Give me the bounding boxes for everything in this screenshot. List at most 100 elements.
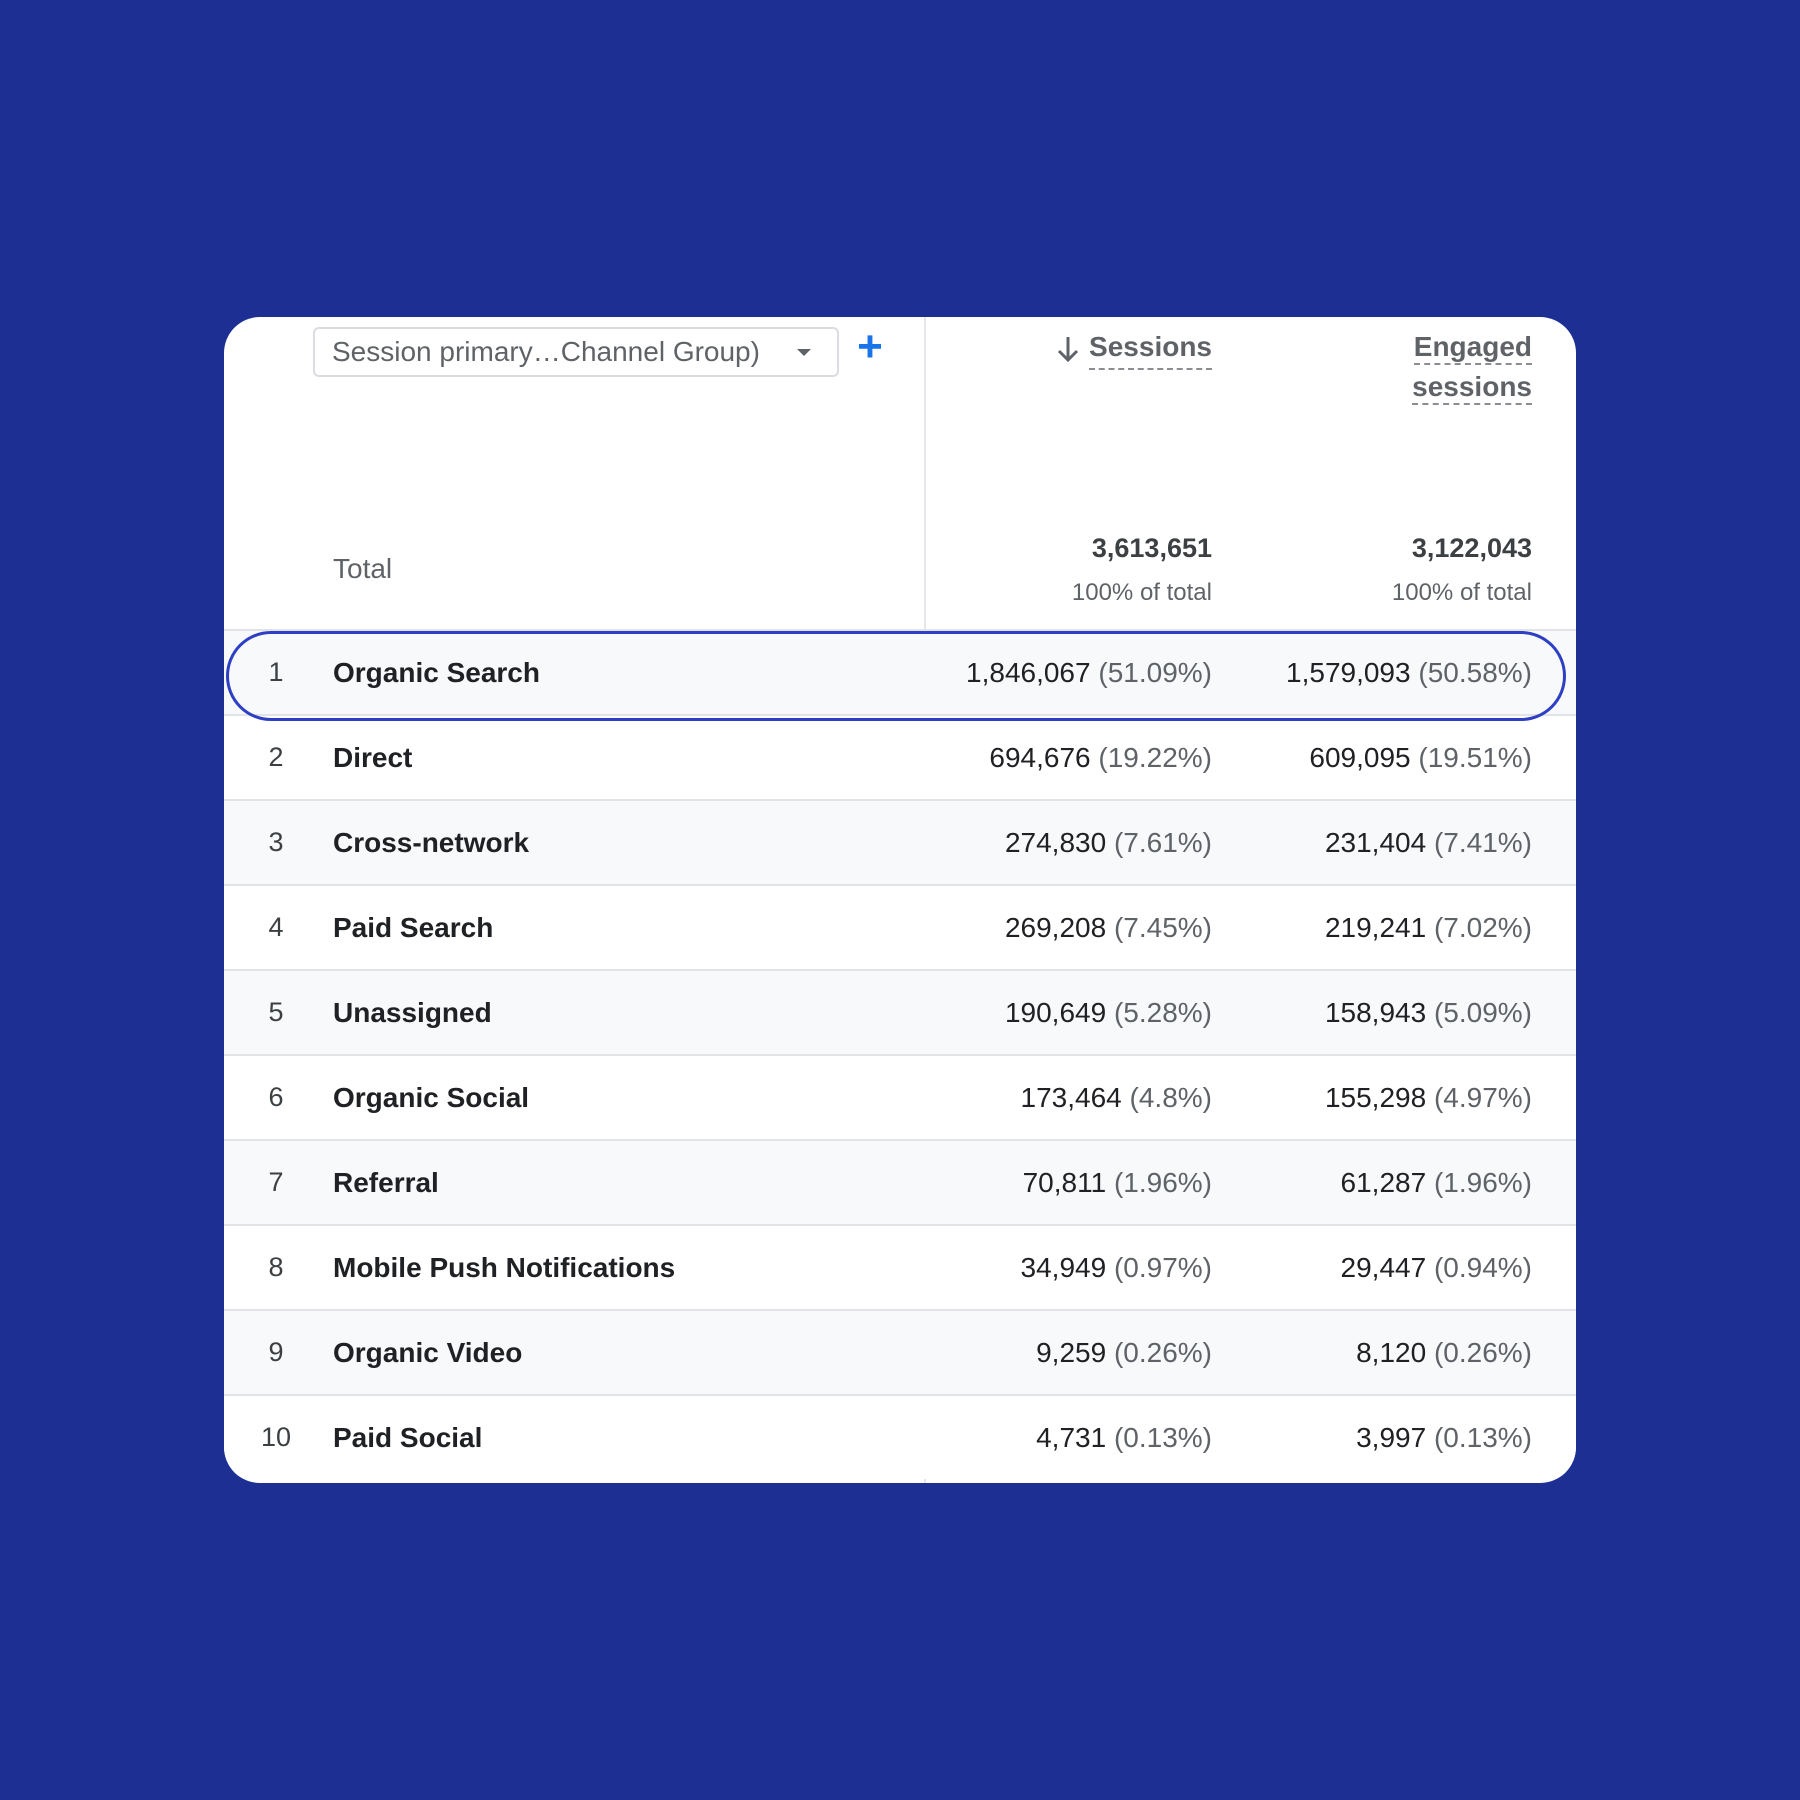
row-sessions-pct: (7.61%) (1113, 827, 1212, 858)
row-engaged-pct: (0.94%) (1433, 1252, 1532, 1283)
row-sessions-cell: 34,949 (0.97%) (1021, 1226, 1212, 1309)
row-engaged-cell: 8,120 (0.26%) (1356, 1311, 1532, 1394)
row-sessions-value: 173,464 (1020, 1082, 1122, 1113)
row-channel-name[interactable]: Direct (333, 716, 412, 799)
row-channel-name[interactable]: Organic Social (333, 1056, 529, 1139)
row-engaged-value: 29,447 (1340, 1252, 1427, 1283)
row-sessions-cell: 173,464 (4.8%) (1021, 1056, 1212, 1139)
engaged-sessions-column-header[interactable]: Engaged sessions (1332, 327, 1532, 407)
row-sessions-value: 9,259 (1036, 1337, 1107, 1368)
row-index: 8 (268, 1252, 284, 1282)
table-header: Session primary…Channel Group) + Session… (224, 317, 1576, 629)
row-engaged-cell: 29,447 (0.94%) (1341, 1226, 1532, 1309)
row-engaged-value: 219,241 (1324, 912, 1427, 943)
row-index: 6 (268, 1082, 284, 1112)
row-sessions-value: 269,208 (1004, 912, 1107, 943)
report-table-card: Session primary…Channel Group) + Session… (224, 317, 1576, 1483)
row-index: 3 (268, 827, 284, 857)
row-engaged-cell: 219,241 (7.02%) (1325, 886, 1532, 969)
row-sessions-cell: 9,259 (0.26%) (1036, 1311, 1212, 1394)
row-sessions-value: 34,949 (1020, 1252, 1107, 1283)
row-engaged-pct: (7.02%) (1433, 912, 1532, 943)
total-engaged-pct: 100% of total (1391, 579, 1532, 606)
total-sessions-pct: 100% of total (1071, 579, 1212, 606)
row-sessions-value: 274,830 (1004, 827, 1107, 858)
row-engaged-value: 158,943 (1324, 997, 1427, 1028)
dimension-select[interactable]: Session primary…Channel Group) (313, 327, 839, 377)
arrow-down-icon (1057, 336, 1079, 362)
row-sessions-cell: 694,676 (19.22%) (989, 716, 1212, 799)
table-row[interactable]: 8 Mobile Push Notifications 34,949 (0.97%)… (224, 1224, 1576, 1309)
engaged-header-line1: Engaged (1413, 331, 1532, 365)
row-sessions-cell: 70,811 (1.96%) (1023, 1141, 1212, 1224)
row-sessions-cell: 1,846,067 (51.09%) (966, 631, 1212, 714)
row-sessions-cell: 190,649 (5.28%) (1005, 971, 1212, 1054)
row-sessions-pct: (0.13%) (1113, 1422, 1212, 1453)
row-sessions-pct: (7.45%) (1113, 912, 1212, 943)
row-engaged-value: 231,404 (1324, 827, 1427, 858)
row-sessions-value: 1,846,067 (966, 657, 1091, 688)
row-sessions-pct: (0.97%) (1113, 1252, 1212, 1283)
row-engaged-cell: 158,943 (5.09%) (1325, 971, 1532, 1054)
row-sessions-pct: (0.26%) (1113, 1337, 1212, 1368)
row-engaged-cell: 3,997 (0.13%) (1356, 1396, 1532, 1479)
row-channel-name[interactable]: Organic Search (333, 631, 540, 714)
row-channel-name[interactable]: Cross-network (333, 801, 529, 884)
row-engaged-pct: (19.51%) (1418, 742, 1532, 773)
row-engaged-value: 61,287 (1340, 1167, 1427, 1198)
row-engaged-value: 609,095 (1309, 742, 1411, 773)
table-row[interactable]: 7 Referral 70,811 (1.96%) 61,287 (1.96%) (224, 1139, 1576, 1224)
row-engaged-pct: (5.09%) (1433, 997, 1532, 1028)
row-sessions-value: 694,676 (989, 742, 1091, 773)
table-row[interactable]: 9 Organic Video 9,259 (0.26%) 8,120 (0.26%) (224, 1309, 1576, 1394)
row-sessions-pct: (5.28%) (1113, 997, 1212, 1028)
row-sessions-cell: 269,208 (7.45%) (1005, 886, 1212, 969)
row-sessions-value: 70,811 (1022, 1167, 1107, 1198)
row-sessions-value: 4,731 (1036, 1422, 1107, 1453)
table-row[interactable]: 10 Paid Social 4,731 (0.13%) 3,997 (0.13%) (224, 1394, 1576, 1479)
row-engaged-cell: 609,095 (19.51%) (1309, 716, 1532, 799)
total-sessions: 3,613,651 (1091, 533, 1212, 563)
row-index: 4 (268, 912, 284, 942)
row-index: 2 (268, 742, 284, 772)
row-engaged-cell: 231,404 (7.41%) (1325, 801, 1532, 884)
row-channel-name[interactable]: Paid Search (333, 886, 493, 969)
row-channel-name[interactable]: Mobile Push Notifications (333, 1226, 675, 1309)
chevron-down-icon (797, 349, 811, 356)
row-engaged-value: 155,298 (1324, 1082, 1427, 1113)
row-sessions-pct: (51.09%) (1098, 657, 1212, 688)
row-sessions-cell: 274,830 (7.61%) (1005, 801, 1212, 884)
table-row[interactable]: 2 Direct 694,676 (19.22%) 609,095 (19.51%) (224, 714, 1576, 799)
row-sessions-pct: (19.22%) (1098, 742, 1212, 773)
row-engaged-pct: (50.58%) (1418, 657, 1532, 688)
dimension-select-value: Session primary…Channel Group) (332, 336, 760, 367)
row-channel-name[interactable]: Unassigned (333, 971, 492, 1054)
row-engaged-value: 1,579,093 (1286, 657, 1411, 688)
row-engaged-cell: 155,298 (4.97%) (1325, 1056, 1532, 1139)
table-row[interactable]: 1 Organic Search 1,846,067 (51.09%) 1,579,0… (224, 629, 1576, 714)
row-index: 5 (268, 997, 284, 1027)
row-sessions-value: 190,649 (1004, 997, 1107, 1028)
table-body: 1 Organic Search 1,846,067 (51.09%) 1,579,0… (224, 629, 1576, 1479)
sessions-header-label: Sessions (1089, 327, 1212, 370)
row-engaged-pct: (1.96%) (1433, 1167, 1532, 1198)
total-label: Total (333, 553, 393, 584)
sessions-column-header[interactable]: Sessions (1055, 327, 1212, 370)
row-index: 1 (268, 657, 284, 687)
plus-icon[interactable]: + (850, 323, 890, 371)
table-row[interactable]: 5 Unassigned 190,649 (5.28%) 158,943 (5.09%… (224, 969, 1576, 1054)
row-engaged-cell: 61,287 (1.96%) (1341, 1141, 1532, 1224)
row-index: 10 (260, 1422, 292, 1452)
row-index: 9 (268, 1337, 284, 1367)
row-engaged-pct: (7.41%) (1433, 827, 1532, 858)
table-row[interactable]: 6 Organic Social 173,464 (4.8%) 155,298 (4.… (224, 1054, 1576, 1139)
row-channel-name[interactable]: Organic Video (333, 1311, 522, 1394)
row-engaged-pct: (4.97%) (1433, 1082, 1532, 1113)
table-row[interactable]: 3 Cross-network 274,830 (7.61%) 231,404 (7.… (224, 799, 1576, 884)
row-engaged-value: 3,997 (1356, 1422, 1427, 1453)
row-channel-name[interactable]: Referral (333, 1141, 439, 1224)
row-sessions-pct: (4.8%) (1129, 1082, 1212, 1113)
table-row[interactable]: 4 Paid Search 269,208 (7.45%) 219,241 (7.02… (224, 884, 1576, 969)
row-engaged-pct: (0.26%) (1433, 1337, 1532, 1368)
row-channel-name[interactable]: Paid Social (333, 1396, 482, 1479)
